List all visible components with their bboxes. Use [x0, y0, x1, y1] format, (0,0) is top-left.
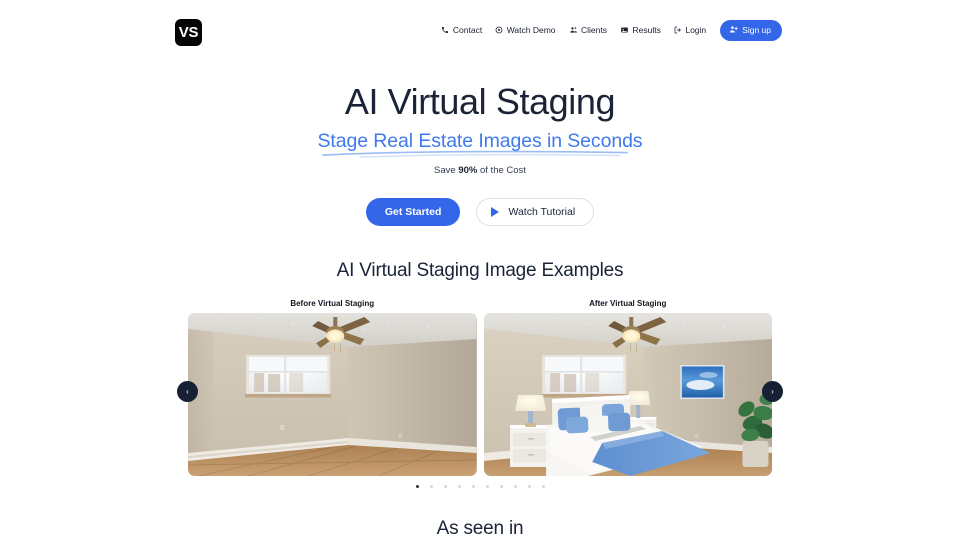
- carousel-dots: [188, 485, 772, 488]
- login-icon: [674, 26, 682, 34]
- carousel-dot[interactable]: [541, 485, 545, 488]
- carousel-dot[interactable]: [471, 485, 475, 488]
- after-staged-room-illustration: [483, 313, 772, 476]
- wall-art: [679, 365, 724, 399]
- site-header: VS Contact Watch Demo Clients Results Lo…: [0, 0, 960, 62]
- carousel-dot[interactable]: [429, 485, 433, 488]
- example-panes: [188, 313, 772, 476]
- examples-carousel: Before Virtual Staging After Virtual Sta…: [177, 299, 783, 488]
- carousel-dot[interactable]: [415, 485, 419, 488]
- carousel-dot[interactable]: [513, 485, 517, 488]
- nav-item-clients[interactable]: Clients: [569, 25, 607, 35]
- nav-item-label: Results: [632, 25, 661, 36]
- examples-heading: AI Virtual Staging Image Examples: [336, 260, 624, 281]
- watch-tutorial-label: Watch Tutorial: [508, 206, 576, 218]
- carousel-dot[interactable]: [485, 485, 489, 488]
- nav-item-label: Contact: [452, 25, 483, 36]
- nav-item-login[interactable]: Login: [674, 25, 706, 35]
- hero-section: AI Virtual Staging Stage Real Estate Ima…: [0, 81, 960, 226]
- carousel-next-button[interactable]: ›: [762, 381, 783, 402]
- hero-subtitle-wrap: Stage Real Estate Images in Seconds: [317, 130, 643, 158]
- page-title: AI Virtual Staging: [344, 81, 616, 122]
- main-navigation: Contact Watch Demo Clients Results Login…: [441, 20, 782, 41]
- image-icon: [620, 26, 629, 34]
- example-labels: Before Virtual Staging After Virtual Sta…: [188, 299, 772, 313]
- savings-note-suffix: of the Cost: [477, 165, 526, 176]
- users-icon: [569, 26, 578, 34]
- brand-logo[interactable]: VS: [175, 19, 202, 46]
- carousel-dot[interactable]: [443, 485, 447, 488]
- left-nightstand: [509, 425, 552, 467]
- signup-button[interactable]: Sign up: [720, 20, 782, 41]
- play-circle-icon: [495, 26, 503, 34]
- nav-item-results[interactable]: Results: [620, 25, 661, 35]
- savings-note-prefix: Save: [434, 165, 459, 176]
- before-label: Before Virtual Staging: [290, 299, 375, 308]
- carousel-prev-button[interactable]: ‹: [177, 381, 198, 402]
- before-image[interactable]: [188, 313, 477, 476]
- as-seen-in-heading: As seen in: [436, 518, 524, 539]
- carousel-dot[interactable]: [457, 485, 461, 488]
- after-image[interactable]: [483, 313, 772, 476]
- before-room-illustration: [188, 313, 477, 476]
- user-plus-icon: [729, 25, 739, 36]
- carousel-dot[interactable]: [527, 485, 531, 488]
- savings-note: Save 90% of the Cost: [0, 165, 960, 176]
- nav-item-label: Clients: [581, 25, 607, 36]
- nav-item-label: Login: [685, 25, 707, 36]
- savings-percent: 90%: [458, 165, 478, 176]
- phone-icon: [441, 26, 449, 34]
- cta-row: Get Started Watch Tutorial: [0, 198, 960, 226]
- play-icon: [491, 207, 500, 217]
- get-started-button[interactable]: Get Started: [365, 198, 461, 226]
- carousel-dot[interactable]: [499, 485, 503, 488]
- nav-item-watch-demo[interactable]: Watch Demo: [495, 25, 556, 36]
- nav-item-contact[interactable]: Contact: [441, 25, 482, 35]
- watch-tutorial-button[interactable]: Watch Tutorial: [476, 198, 595, 226]
- hero-subtitle: Stage Real Estate Images in Seconds: [317, 130, 643, 152]
- after-label: After Virtual Staging: [589, 299, 667, 308]
- signup-label: Sign up: [742, 25, 771, 35]
- nav-item-label: Watch Demo: [506, 25, 556, 36]
